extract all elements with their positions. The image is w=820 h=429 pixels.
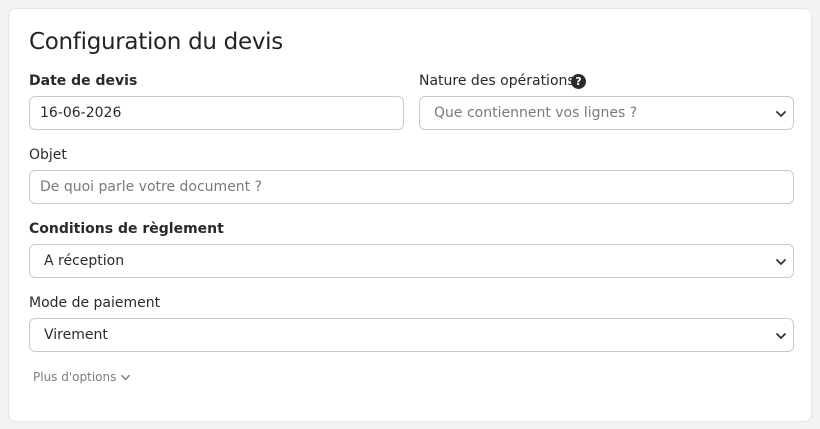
objet-input[interactable]: De quoi parle votre document ? (29, 170, 794, 204)
paiement-label: Mode de paiement (29, 295, 161, 311)
date-input[interactable]: 16-06-2026 (29, 96, 404, 130)
chevron-down-icon (776, 111, 786, 117)
more-options-label: Plus d'options (33, 370, 117, 384)
nature-placeholder: Que contiennent vos lignes ? (434, 105, 638, 121)
conditions-value: A réception (44, 253, 125, 269)
chevron-down-icon (776, 259, 786, 265)
question-circle-icon[interactable]: ? (571, 74, 586, 89)
date-label: Date de devis (29, 73, 138, 89)
chevron-down-icon (121, 374, 131, 380)
chevron-down-icon (776, 333, 786, 339)
paiement-value: Virement (44, 327, 108, 343)
conditions-label: Conditions de règlement (29, 221, 224, 237)
objet-label: Objet (29, 147, 67, 163)
conditions-select[interactable]: A réception (29, 244, 794, 278)
nature-select[interactable]: Que contiennent vos lignes ? (419, 96, 794, 130)
nature-label: Nature des opérations (419, 73, 575, 89)
objet-placeholder: De quoi parle votre document ? (40, 179, 263, 195)
more-options-toggle[interactable]: Plus d'options (33, 370, 131, 384)
quote-configuration-card: Configuration du devis Date de devis 16-… (8, 8, 812, 422)
date-value: 16-06-2026 (40, 105, 122, 121)
paiement-select[interactable]: Virement (29, 318, 794, 352)
card-title: Configuration du devis (29, 29, 283, 55)
